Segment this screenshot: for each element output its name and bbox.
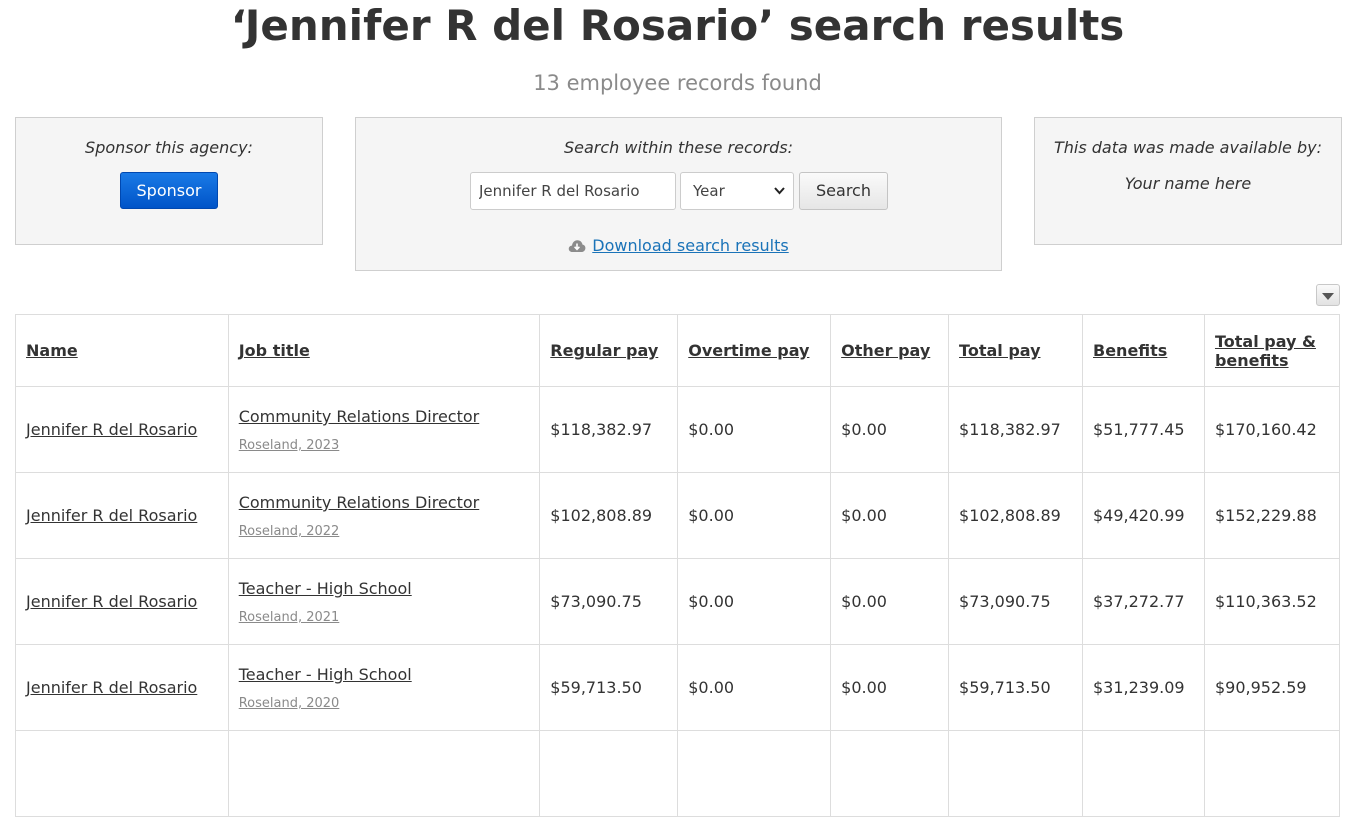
page-title: ‘Jennifer R del Rosario’ search results bbox=[230, 1, 1125, 50]
caret-down-icon bbox=[1322, 293, 1334, 300]
cell-overtime-pay: $0.00 bbox=[677, 386, 832, 473]
results-table: Name Job title Regular pay Overtime pay … bbox=[15, 314, 1341, 817]
download-row: Download search results bbox=[356, 236, 1001, 257]
employee-name-link[interactable]: Jennifer R del Rosario bbox=[26, 678, 197, 697]
cell-regular-pay: $59,713.50 bbox=[539, 644, 679, 731]
records-count: 13 employee records found bbox=[533, 71, 822, 95]
cell-name: Jennifer R del Rosario bbox=[15, 386, 229, 473]
credit-name: Your name here bbox=[1124, 174, 1252, 193]
search-button[interactable]: Search bbox=[799, 172, 888, 210]
cell-overtime-pay: $0.00 bbox=[677, 558, 832, 645]
cell-job-title: Community Relations Director Roseland, 20… bbox=[227, 386, 541, 473]
cell-benefits: $37,272.77 bbox=[1082, 558, 1205, 645]
download-search-results-link[interactable]: Download search results bbox=[592, 236, 788, 255]
cloud-download-icon bbox=[568, 238, 586, 257]
sponsor-panel: Sponsor this agency: Sponsor bbox=[15, 117, 323, 245]
cell-total-pay: $118,382.97 bbox=[948, 386, 1083, 473]
cell-benefits: $49,420.99 bbox=[1082, 472, 1205, 559]
table-header-row: Name Job title Regular pay Overtime pay … bbox=[15, 314, 1341, 387]
agency-year-link[interactable]: Roseland, 2021 bbox=[239, 610, 530, 625]
cell-job-title: Teacher - High School Roseland, 2020 bbox=[227, 644, 541, 731]
cell-total-pay-benefits: $170,160.42 bbox=[1203, 386, 1341, 473]
column-header-other-pay[interactable]: Other pay bbox=[830, 314, 950, 387]
table-row: Jennifer R del Rosario Community Relatio… bbox=[15, 472, 1341, 559]
job-title-link[interactable]: Community Relations Director bbox=[239, 406, 530, 428]
cell-benefits: $31,239.09 bbox=[1082, 644, 1205, 731]
agency-year-link[interactable]: Roseland, 2023 bbox=[239, 438, 530, 453]
search-input[interactable] bbox=[470, 172, 676, 210]
table-row: Jennifer R del Rosario Teacher - High Sc… bbox=[15, 644, 1341, 731]
year-select-value: Year bbox=[693, 182, 725, 200]
cell-name: Jennifer R del Rosario bbox=[15, 558, 229, 645]
column-header-regular-pay[interactable]: Regular pay bbox=[539, 314, 679, 387]
column-header-total-pay-benefits[interactable]: Total pay & benefits bbox=[1203, 314, 1341, 387]
cell-other-pay: $0.00 bbox=[830, 472, 950, 559]
cell-total-pay: $102,808.89 bbox=[948, 472, 1083, 559]
sponsor-button[interactable]: Sponsor bbox=[120, 172, 218, 209]
cell-total-pay-benefits: $110,363.52 bbox=[1203, 558, 1341, 645]
cell-name: Jennifer R del Rosario bbox=[15, 472, 229, 559]
credit-panel: This data was made available by: Your na… bbox=[1034, 117, 1342, 245]
job-title-link[interactable]: Teacher - High School bbox=[239, 664, 530, 686]
cell-regular-pay: $118,382.97 bbox=[539, 386, 679, 473]
cell-job-title: Teacher - High School Roseland, 2021 bbox=[227, 558, 541, 645]
cell-total-pay: $73,090.75 bbox=[948, 558, 1083, 645]
agency-year-link[interactable]: Roseland, 2022 bbox=[239, 524, 530, 539]
table-row-partial bbox=[15, 730, 1341, 817]
job-title-link[interactable]: Teacher - High School bbox=[239, 578, 530, 600]
column-header-benefits[interactable]: Benefits bbox=[1082, 314, 1205, 387]
search-label: Search within these records: bbox=[563, 138, 793, 157]
column-toggle-button[interactable] bbox=[1316, 284, 1340, 306]
credit-label: This data was made available by: bbox=[1053, 138, 1322, 157]
cell-job-title: Community Relations Director Roseland, 20… bbox=[227, 472, 541, 559]
column-header-job-title[interactable]: Job title bbox=[227, 314, 541, 387]
employee-name-link[interactable]: Jennifer R del Rosario bbox=[26, 506, 197, 525]
year-select[interactable]: Year bbox=[680, 172, 794, 210]
employee-name-link[interactable]: Jennifer R del Rosario bbox=[26, 420, 197, 439]
table-row: Jennifer R del Rosario Community Relatio… bbox=[15, 386, 1341, 473]
column-header-total-pay[interactable]: Total pay bbox=[948, 314, 1083, 387]
cell-regular-pay: $73,090.75 bbox=[539, 558, 679, 645]
sponsor-label: Sponsor this agency: bbox=[85, 138, 253, 157]
search-panel: Search within these records: Year Search… bbox=[355, 117, 1002, 271]
agency-year-link[interactable]: Roseland, 2020 bbox=[239, 696, 530, 711]
cell-overtime-pay: $0.00 bbox=[677, 472, 832, 559]
cell-total-pay-benefits: $152,229.88 bbox=[1203, 472, 1341, 559]
cell-benefits: $51,777.45 bbox=[1082, 386, 1205, 473]
cell-name: Jennifer R del Rosario bbox=[15, 644, 229, 731]
table-row: Jennifer R del Rosario Teacher - High Sc… bbox=[15, 558, 1341, 645]
cell-overtime-pay: $0.00 bbox=[677, 644, 832, 731]
job-title-link[interactable]: Community Relations Director bbox=[239, 492, 530, 514]
cell-total-pay-benefits: $90,952.59 bbox=[1203, 644, 1341, 731]
cell-other-pay: $0.00 bbox=[830, 386, 950, 473]
cell-other-pay: $0.00 bbox=[830, 644, 950, 731]
cell-other-pay: $0.00 bbox=[830, 558, 950, 645]
column-header-name[interactable]: Name bbox=[15, 314, 229, 387]
chevron-down-icon bbox=[774, 173, 785, 224]
column-header-overtime-pay[interactable]: Overtime pay bbox=[677, 314, 832, 387]
cell-regular-pay: $102,808.89 bbox=[539, 472, 679, 559]
employee-name-link[interactable]: Jennifer R del Rosario bbox=[26, 592, 197, 611]
cell-total-pay: $59,713.50 bbox=[948, 644, 1083, 731]
